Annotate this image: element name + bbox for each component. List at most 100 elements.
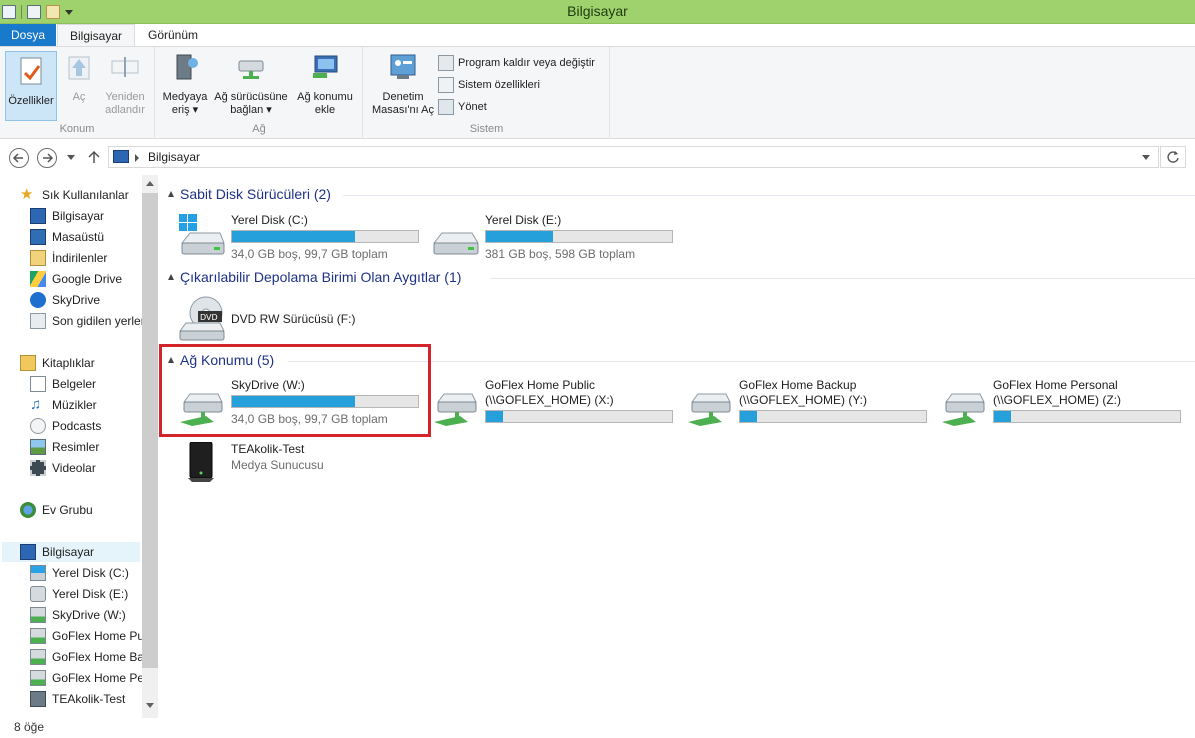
address-dropdown-chevron-icon[interactable] — [1142, 155, 1150, 160]
address-bar[interactable]: Bilgisayar — [108, 146, 1159, 168]
drive-usage-fill — [486, 231, 553, 242]
drive-y[interactable]: GoFlex Home Backup (\\GOFLEX_HOME) (Y:) — [684, 378, 934, 434]
navigation-bar: Bilgisayar — [0, 140, 1195, 174]
sidebar-item-documents[interactable]: Belgeler — [30, 374, 96, 394]
sidebar-label: Resimler — [52, 440, 100, 454]
network-drive-icon — [238, 60, 264, 79]
uninstall-program-button[interactable]: Program kaldır veya değiştir — [438, 55, 595, 71]
recent-places-icon — [30, 313, 46, 329]
sidebar-item-drive-e[interactable]: Yerel Disk (E:) — [30, 584, 128, 604]
ribbon-group-network: Medyaya eriş ▾ Ağ sürücüsüne bağlan ▾ Ağ… — [156, 47, 363, 139]
scroll-down-arrow-icon[interactable] — [146, 703, 154, 708]
sidebar-item-drive-z[interactable]: GoFlex Home Personal — [30, 668, 158, 688]
sidebar-label: Ev Grubu — [42, 503, 93, 517]
window-title: Bilgisayar — [567, 3, 628, 19]
dvd-drive-icon: DVD — [179, 296, 225, 341]
sidebar-item-libraries[interactable]: Kitaplıklar — [20, 353, 95, 373]
recent-locations-chevron-icon[interactable] — [67, 155, 75, 160]
sidebar-item-skydrive[interactable]: SkyDrive — [30, 290, 100, 310]
tab-computer[interactable]: Bilgisayar — [57, 24, 136, 46]
sidebar-label: İndirilenler — [52, 251, 108, 265]
group-header-removable[interactable]: Çıkarılabilir Depolama Birimi Olan Aygıt… — [168, 269, 461, 285]
system-properties-button[interactable]: Sistem özellikleri — [438, 77, 540, 93]
map-network-drive-button[interactable]: Ağ sürücüsüne bağlan ▾ — [211, 51, 291, 117]
control-panel-button[interactable]: Denetim Masası'nı Aç — [368, 51, 438, 117]
drive-space-text: 34,0 GB boş, 99,7 GB toplam — [231, 247, 388, 261]
media-server-item[interactable]: TEAkolik-Test Medya Sunucusu — [176, 442, 426, 498]
sidebar-item-music[interactable]: ♫ Müzikler — [30, 395, 97, 415]
breadcrumb[interactable]: Bilgisayar — [148, 150, 200, 164]
media-server-icon — [188, 442, 214, 482]
media-server-icon — [30, 691, 46, 707]
drive-x[interactable]: GoFlex Home Public (\\GOFLEX_HOME) (X:) — [430, 378, 680, 434]
sidebar-item-drive-x[interactable]: GoFlex Home Public — [30, 626, 158, 646]
media-server-icon — [176, 54, 198, 80]
sidebar-item-drive-w[interactable]: SkyDrive (W:) — [30, 605, 126, 625]
sidebar-label: TEAkolik-Test — [52, 692, 126, 706]
network-drive-icon — [942, 393, 985, 426]
add-network-location-button[interactable]: Ağ konumu ekle — [293, 51, 357, 117]
sidebar-item-downloads[interactable]: İndirilenler — [30, 248, 107, 268]
back-button[interactable] — [9, 148, 29, 168]
drive-path: (\\GOFLEX_HOME) (X:) — [485, 393, 614, 407]
sidebar-item-media-server[interactable]: TEAkolik-Test — [30, 689, 125, 709]
scrollbar-thumb[interactable] — [142, 193, 158, 668]
breadcrumb-separator-icon[interactable] — [135, 154, 139, 162]
podcast-icon — [30, 418, 46, 434]
sidebar-label: Sık Kullanılanlar — [42, 188, 129, 202]
video-icon — [30, 460, 46, 476]
access-media-button[interactable]: Medyaya eriş ▾ — [161, 51, 209, 117]
tab-view[interactable]: Görünüm — [136, 24, 210, 46]
network-location-icon — [313, 55, 338, 78]
network-drive-icon — [434, 393, 477, 426]
svg-text:DVD: DVD — [200, 313, 218, 322]
sidebar-item-drive-c[interactable]: Yerel Disk (C:) — [30, 563, 129, 583]
scroll-up-arrow-icon[interactable] — [146, 181, 154, 186]
computer-icon — [30, 208, 46, 224]
drive-e[interactable]: Yerel Disk (E:) 381 GB boş, 598 GB topla… — [430, 213, 680, 269]
network-drive-icon — [30, 670, 46, 686]
control-panel-icon — [390, 54, 416, 79]
up-arrow-icon[interactable] — [86, 149, 102, 165]
tab-file[interactable]: Dosya — [0, 24, 56, 46]
drive-name: GoFlex Home Backup — [739, 378, 857, 392]
sidebar-scrollbar[interactable] — [142, 175, 158, 718]
sidebar-label: Bilgisayar — [52, 209, 105, 223]
sidebar-item-computer-fav[interactable]: Bilgisayar — [30, 206, 104, 226]
open-button[interactable]: Aç — [62, 51, 96, 104]
refresh-button[interactable] — [1160, 146, 1186, 168]
drive-name: GoFlex Home Public — [485, 378, 596, 392]
drive-f[interactable]: DVD DVD RW Sürücüsü (F:) — [176, 295, 426, 351]
hard-drive-icon — [30, 586, 46, 602]
sidebar-item-desktop[interactable]: Masaüstü — [30, 227, 104, 247]
sidebar-item-favorites[interactable]: ★ Sık Kullanılanlar — [20, 185, 129, 205]
drive-c[interactable]: Yerel Disk (C:) 34,0 GB boş, 99,7 GB top… — [176, 213, 426, 269]
collapse-triangle-icon[interactable] — [168, 274, 174, 280]
group-header-hard-disks[interactable]: Sabit Disk Sürücüleri (2) — [168, 186, 331, 202]
group-label-system: Sistem — [469, 123, 504, 135]
sidebar-label: Google Drive — [52, 272, 123, 286]
manage-button[interactable]: Yönet — [438, 99, 487, 115]
add-location-label-line2: ekle — [314, 104, 336, 116]
status-bar: 8 öğe — [0, 718, 1195, 738]
sidebar-item-google-drive[interactable]: Google Drive — [30, 269, 122, 289]
sidebar-item-videos[interactable]: Videolar — [30, 458, 96, 478]
system-properties-label: Sistem özellikleri — [458, 79, 540, 91]
sidebar-item-homegroup[interactable]: Ev Grubu — [20, 500, 93, 520]
sidebar-label: Son gidilen yerler — [52, 314, 145, 328]
map-drive-label-line2: bağlan ▾ — [230, 104, 272, 116]
sidebar-item-recent-places[interactable]: Son gidilen yerler — [30, 311, 145, 331]
sidebar-item-pictures[interactable]: Resimler — [30, 437, 99, 457]
properties-button[interactable]: Özellikler — [5, 51, 57, 121]
sidebar-item-drive-y[interactable]: GoFlex Home Backup — [30, 647, 158, 667]
sidebar-item-podcasts[interactable]: Podcasts — [30, 416, 101, 436]
group-label-network: Ağ — [252, 123, 266, 135]
drive-name: DVD RW Sürücüsü (F:) — [231, 312, 356, 326]
sidebar-item-computer[interactable]: Bilgisayar — [2, 542, 140, 562]
rename-button[interactable]: Yeniden adlandır — [100, 51, 150, 117]
music-note-icon: ♫ — [30, 396, 42, 413]
drive-z[interactable]: GoFlex Home Personal (\\GOFLEX_HOME) (Z:… — [938, 378, 1188, 434]
drive-usage-fill — [486, 411, 503, 422]
forward-button[interactable] — [37, 148, 57, 168]
collapse-triangle-icon[interactable] — [168, 191, 174, 197]
